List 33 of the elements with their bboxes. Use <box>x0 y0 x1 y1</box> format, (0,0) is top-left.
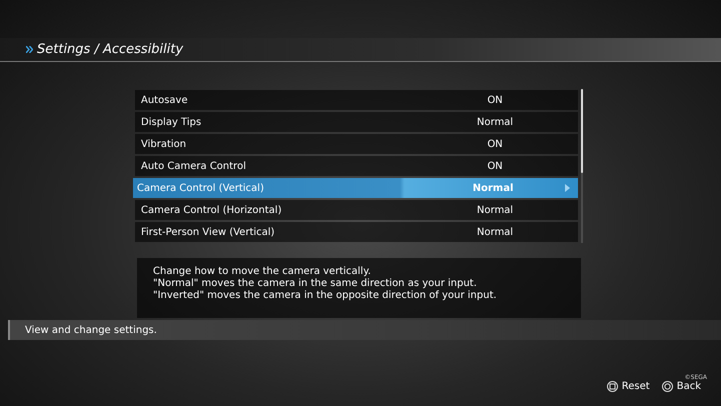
setting-label: Display Tips <box>140 116 202 130</box>
settings-row[interactable]: First-Person View (Vertical) Normal <box>135 222 578 242</box>
square-button-icon <box>606 381 618 392</box>
setting-label: First-Person View (Vertical) <box>140 226 276 240</box>
setting-label: Camera Control (Horizontal) <box>140 204 283 218</box>
settings-row[interactable]: Auto Camera Control ON <box>135 156 578 176</box>
setting-value: Normal <box>472 182 514 196</box>
settings-row[interactable]: Display Tips Normal <box>135 112 578 132</box>
footer-button[interactable]: Reset <box>606 379 650 394</box>
setting-label: Autosave <box>140 94 189 108</box>
setting-value: Normal <box>476 204 514 218</box>
setting-label: Vibration <box>140 138 188 152</box>
settings-row[interactable]: Camera Control (Horizontal) Normal <box>135 200 578 220</box>
description-line: Change how to move the camera vertically. <box>153 266 372 278</box>
setting-label: Auto Camera Control <box>140 160 247 174</box>
settings-row[interactable]: Autosave ON <box>135 90 578 110</box>
double-chevron-icon <box>26 46 33 53</box>
description-line: "Normal" moves the camera in the same direction as your input. <box>153 278 478 290</box>
settings-row[interactable]: Camera Control (Vertical) Normal <box>133 178 578 198</box>
scrollbar-thumb[interactable] <box>581 89 583 173</box>
help-text: View and change settings. <box>25 324 157 338</box>
setting-value: ON <box>486 94 504 108</box>
setting-value: ON <box>486 138 504 152</box>
setting-value: ON <box>486 160 504 174</box>
circle-button-icon <box>662 381 673 392</box>
setting-value: Normal <box>476 226 514 240</box>
setting-value: Normal <box>476 116 514 130</box>
page-title: Settings / Accessibility <box>37 40 184 59</box>
chevron-right-icon <box>565 184 570 192</box>
setting-label: Camera Control (Vertical) <box>136 182 265 196</box>
description-line: "Inverted" moves the camera in the opposite direction of your input. <box>153 290 498 302</box>
settings-row[interactable]: Vibration ON <box>135 134 578 154</box>
footer-button[interactable]: Back <box>662 379 701 394</box>
